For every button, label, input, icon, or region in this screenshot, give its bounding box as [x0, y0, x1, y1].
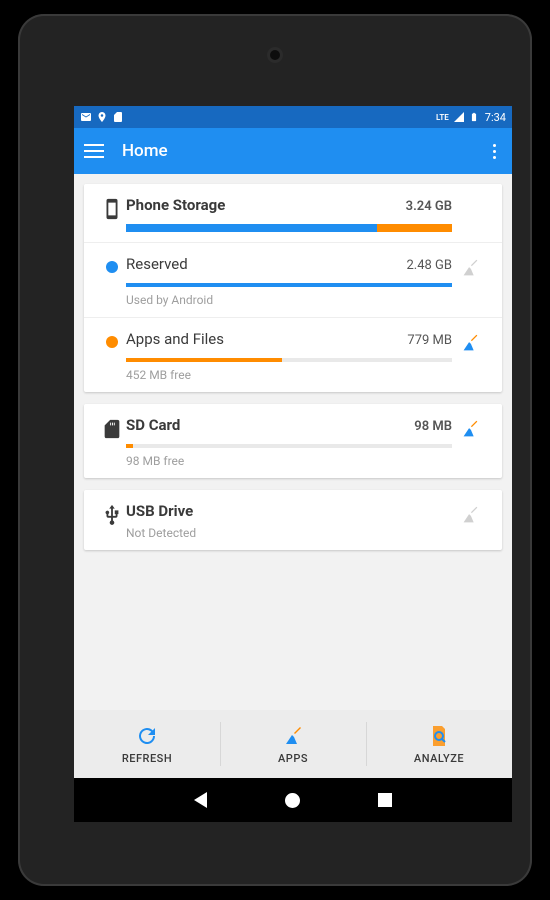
- nav-back-icon[interactable]: [194, 792, 207, 808]
- android-nav-bar: [74, 778, 512, 822]
- usb-drive-title: USB Drive: [126, 502, 193, 520]
- sd-card-title: SD Card: [126, 416, 180, 434]
- reserved-sub: Used by Android: [126, 293, 452, 307]
- apps-label: APPS: [278, 752, 308, 765]
- device-screen: LTE 7:34 Home: [74, 106, 512, 822]
- usb-drive-sub: Not Detected: [126, 526, 452, 540]
- apps-files-label: Apps and Files: [126, 330, 224, 348]
- signal-status-icon: [453, 111, 465, 123]
- usb-drive-row[interactable]: USB Drive Not Detected: [84, 490, 502, 550]
- location-status-icon: [96, 111, 108, 123]
- mail-status-icon: [80, 111, 92, 123]
- sd-card-bar: [126, 444, 452, 448]
- refresh-icon: [135, 724, 159, 748]
- front-camera: [270, 50, 280, 60]
- apps-files-bar: [126, 358, 452, 362]
- refresh-button[interactable]: REFRESH: [74, 710, 220, 778]
- app-bar: Home: [74, 128, 512, 174]
- sd-status-icon: [112, 111, 124, 123]
- broom-icon: [281, 724, 305, 748]
- apps-files-sub: 452 MB free: [126, 368, 452, 382]
- status-bar: LTE 7:34: [74, 106, 512, 128]
- menu-icon[interactable]: [84, 144, 104, 158]
- lte-indicator: LTE: [436, 113, 449, 122]
- broom-icon[interactable]: [459, 418, 481, 440]
- phone-icon: [101, 198, 123, 220]
- battery-status-icon: [469, 111, 481, 123]
- apps-files-value: 779 MB: [407, 333, 452, 348]
- nav-recents-icon[interactable]: [378, 793, 392, 807]
- phone-storage-total: 3.24 GB: [406, 199, 452, 214]
- bottom-actions: REFRESH APPS ANALYZE: [74, 710, 512, 778]
- broom-icon: [459, 504, 481, 526]
- page-title: Home: [122, 141, 168, 161]
- reserved-value: 2.48 GB: [406, 258, 452, 273]
- sd-card-icon: [101, 418, 123, 440]
- apps-button[interactable]: APPS: [220, 710, 366, 778]
- apps-dot-icon: [106, 336, 118, 348]
- usb-drive-card: USB Drive Not Detected: [84, 490, 502, 550]
- overflow-menu-icon[interactable]: [486, 144, 502, 159]
- analyze-label: ANALYZE: [414, 752, 464, 765]
- reserved-row[interactable]: Reserved 2.48 GB Used by Android: [84, 242, 502, 317]
- phone-storage-bar: [126, 224, 452, 232]
- sd-card-card: SD Card 98 MB 98 MB free: [84, 404, 502, 478]
- broom-icon[interactable]: [459, 257, 481, 279]
- analyze-icon: [427, 724, 451, 748]
- broom-icon[interactable]: [459, 332, 481, 354]
- phone-storage-card: Phone Storage 3.24 GB Reser: [84, 184, 502, 392]
- refresh-label: REFRESH: [122, 752, 172, 765]
- analyze-button[interactable]: ANALYZE: [366, 710, 512, 778]
- sd-card-value: 98 MB: [414, 419, 452, 434]
- tablet-bezel: LTE 7:34 Home: [18, 14, 532, 886]
- sd-card-row[interactable]: SD Card 98 MB 98 MB free: [84, 404, 502, 478]
- usb-icon: [101, 504, 123, 526]
- reserved-label: Reserved: [126, 255, 188, 273]
- phone-storage-title: Phone Storage: [126, 196, 225, 214]
- reserved-bar: [126, 283, 452, 287]
- reserved-dot-icon: [106, 261, 118, 273]
- apps-files-row[interactable]: Apps and Files 779 MB 452 MB free: [84, 317, 502, 392]
- clock: 7:34: [485, 111, 506, 124]
- nav-home-icon[interactable]: [285, 793, 300, 808]
- sd-card-sub: 98 MB free: [126, 454, 452, 468]
- content-area: Phone Storage 3.24 GB Reser: [74, 174, 512, 710]
